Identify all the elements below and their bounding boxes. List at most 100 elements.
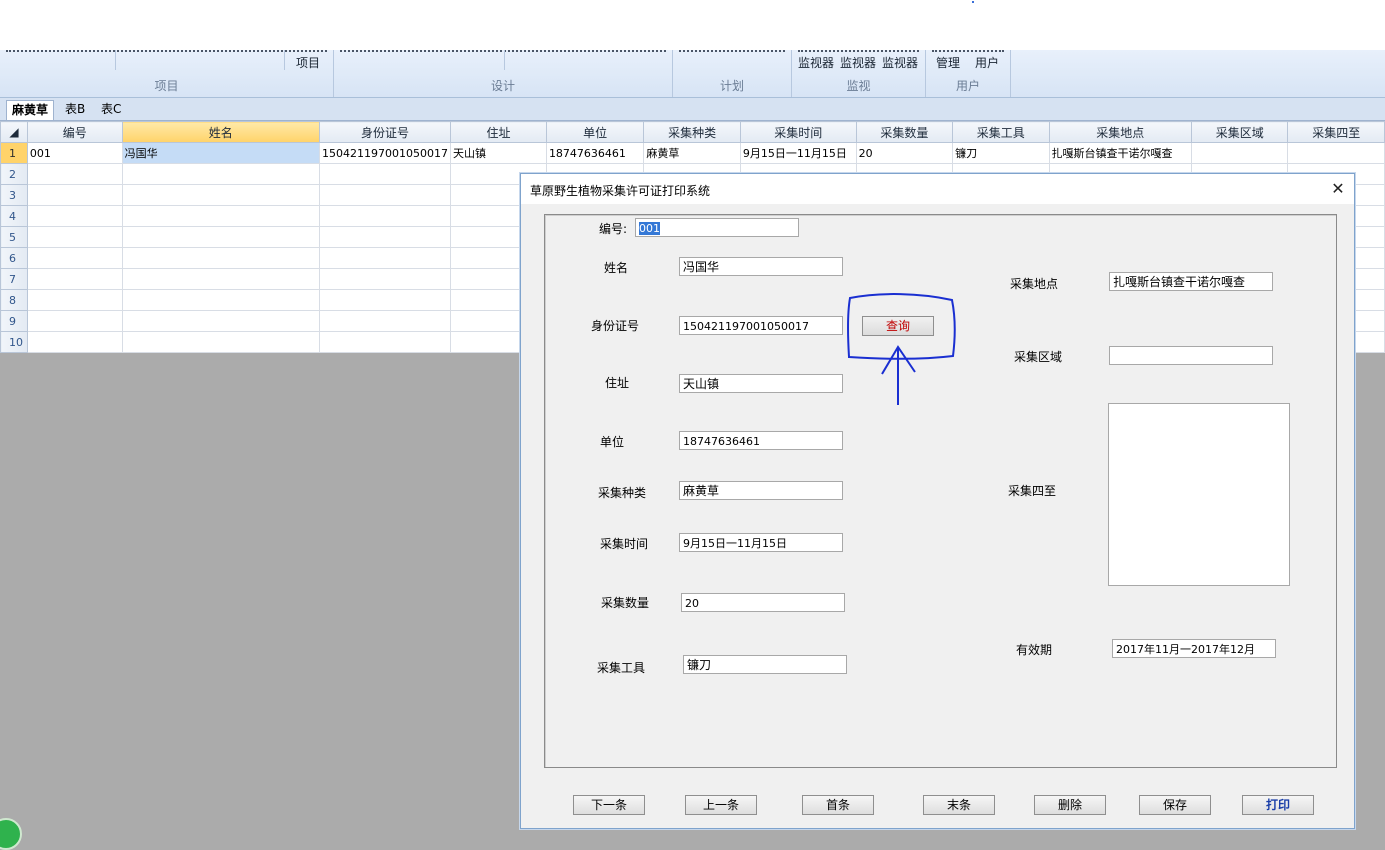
delete-button[interactable]: 删除	[1034, 795, 1106, 815]
table-cell[interactable]	[1287, 142, 1385, 164]
table-cell[interactable]	[121, 247, 321, 269]
row-header[interactable]: 10	[0, 331, 28, 353]
time-field[interactable]: 9月15日一11月15日	[679, 533, 843, 552]
table-cell[interactable]	[319, 226, 451, 248]
address-field[interactable]: 天山镇	[679, 374, 843, 393]
row-header[interactable]: 2	[0, 163, 28, 185]
table-cell[interactable]: 天山镇	[449, 142, 547, 164]
cursor-dot	[972, 1, 974, 3]
column-header[interactable]: 姓名	[121, 121, 321, 143]
table-cell[interactable]	[26, 268, 123, 290]
table-cell[interactable]	[26, 247, 123, 269]
name-field[interactable]: 冯国华	[679, 257, 843, 276]
next-record-button[interactable]: 下一条	[573, 795, 645, 815]
column-header[interactable]: 采集数量	[855, 121, 954, 143]
column-header[interactable]: 采集地点	[1048, 121, 1192, 143]
query-button[interactable]: 查询	[862, 316, 934, 336]
tool-field[interactable]: 镰刀	[683, 655, 847, 674]
prev-record-button[interactable]: 上一条	[685, 795, 757, 815]
table-cell[interactable]	[121, 205, 321, 227]
table-cell[interactable]	[26, 289, 123, 311]
column-header[interactable]: 采集四至	[1287, 121, 1385, 143]
column-header[interactable]: 身份证号	[319, 121, 451, 143]
close-icon[interactable]: ✕	[1326, 177, 1350, 201]
table-cell[interactable]	[121, 289, 321, 311]
unit-field[interactable]: 18747636461	[679, 431, 843, 450]
table-cell[interactable]	[26, 226, 123, 248]
last-record-button[interactable]: 末条	[923, 795, 995, 815]
row-header[interactable]: 5	[0, 226, 28, 248]
monitor-button-3[interactable]: 监视器	[882, 54, 918, 71]
row-header[interactable]: 4	[0, 205, 28, 227]
project-button[interactable]: 项目	[296, 54, 320, 71]
validity-field[interactable]: 2017年11月一2017年12月	[1112, 639, 1276, 658]
table-cell[interactable]	[319, 184, 451, 206]
dialog-title-bar[interactable]: 草原野生植物采集许可证打印系统 ✕	[521, 174, 1354, 204]
column-header[interactable]: 采集工具	[952, 121, 1050, 143]
row-header[interactable]: 7	[0, 268, 28, 290]
sheet-tab-b[interactable]: 表B	[60, 100, 90, 119]
table-cell[interactable]: 150421197001050017	[319, 142, 451, 164]
ribbon-group-label: 监视	[846, 79, 871, 93]
table-cell[interactable]: 冯国华	[121, 142, 321, 164]
table-cell[interactable]	[26, 331, 123, 353]
column-header[interactable]: 编号	[26, 121, 123, 143]
sheet-tab-mahuangcao[interactable]: 麻黄草	[6, 100, 55, 120]
table-cell[interactable]: 001	[26, 142, 123, 164]
print-button[interactable]: 打印	[1242, 795, 1314, 815]
kind-field[interactable]: 麻黄草	[679, 481, 843, 500]
table-cell[interactable]	[319, 289, 451, 311]
table-cell[interactable]	[121, 184, 321, 206]
table-cell[interactable]	[26, 184, 123, 206]
column-header[interactable]: 采集区域	[1190, 121, 1289, 143]
table-cell[interactable]: 9月15日一11月15日	[739, 142, 857, 164]
monitor-button-2[interactable]: 监视器	[840, 54, 876, 71]
save-button[interactable]: 保存	[1139, 795, 1211, 815]
ribbon-group-user: 管理 用户 用户	[926, 50, 1011, 97]
first-record-button[interactable]: 首条	[802, 795, 874, 815]
taskbar-orb-icon[interactable]	[0, 818, 22, 850]
table-cell[interactable]: 麻黄草	[643, 142, 741, 164]
quantity-field[interactable]: 20	[681, 593, 845, 612]
row-header[interactable]: 1	[0, 142, 28, 164]
ribbon-group-label: 计划	[719, 79, 744, 93]
sheet-tab-c[interactable]: 表C	[96, 100, 126, 119]
table-cell[interactable]	[121, 310, 321, 332]
column-header[interactable]: 采集种类	[643, 121, 741, 143]
table-cell[interactable]	[319, 331, 451, 353]
column-header[interactable]: 单位	[545, 121, 645, 143]
boundary-textarea[interactable]	[1108, 403, 1290, 586]
idcard-field[interactable]: 150421197001050017	[679, 316, 843, 335]
grid-corner[interactable]: ◢	[0, 121, 28, 143]
row-header[interactable]: 9	[0, 310, 28, 332]
table-cell[interactable]	[26, 163, 123, 185]
row-header[interactable]: 6	[0, 247, 28, 269]
table-cell[interactable]	[319, 247, 451, 269]
table-cell[interactable]	[26, 205, 123, 227]
user-button[interactable]: 用户	[975, 54, 999, 71]
table-cell[interactable]: 扎嘎斯台镇查干诺尔嘎查	[1048, 142, 1192, 164]
row-header[interactable]: 3	[0, 184, 28, 206]
place-field[interactable]: 扎嘎斯台镇查干诺尔嘎查	[1109, 272, 1273, 291]
column-header[interactable]: 住址	[449, 121, 547, 143]
region-field[interactable]	[1109, 346, 1273, 365]
table-cell[interactable]	[319, 310, 451, 332]
table-cell[interactable]	[319, 205, 451, 227]
table-cell[interactable]	[26, 310, 123, 332]
manage-button[interactable]: 管理	[936, 54, 960, 71]
row-header[interactable]: 8	[0, 289, 28, 311]
table-cell[interactable]	[121, 268, 321, 290]
table-cell[interactable]: 18747636461	[545, 142, 645, 164]
table-cell[interactable]	[121, 331, 321, 353]
table-cell[interactable]: 镰刀	[952, 142, 1050, 164]
table-cell[interactable]	[1190, 142, 1289, 164]
monitor-button-1[interactable]: 监视器	[798, 54, 834, 71]
column-header[interactable]: 采集时间	[739, 121, 857, 143]
ribbon-group-project: 项目 项目	[0, 50, 334, 97]
table-cell[interactable]: 20	[855, 142, 954, 164]
table-cell[interactable]	[319, 268, 451, 290]
table-cell[interactable]	[121, 163, 321, 185]
table-cell[interactable]	[319, 163, 451, 185]
id-field[interactable]: 001	[635, 218, 799, 237]
table-cell[interactable]	[121, 226, 321, 248]
